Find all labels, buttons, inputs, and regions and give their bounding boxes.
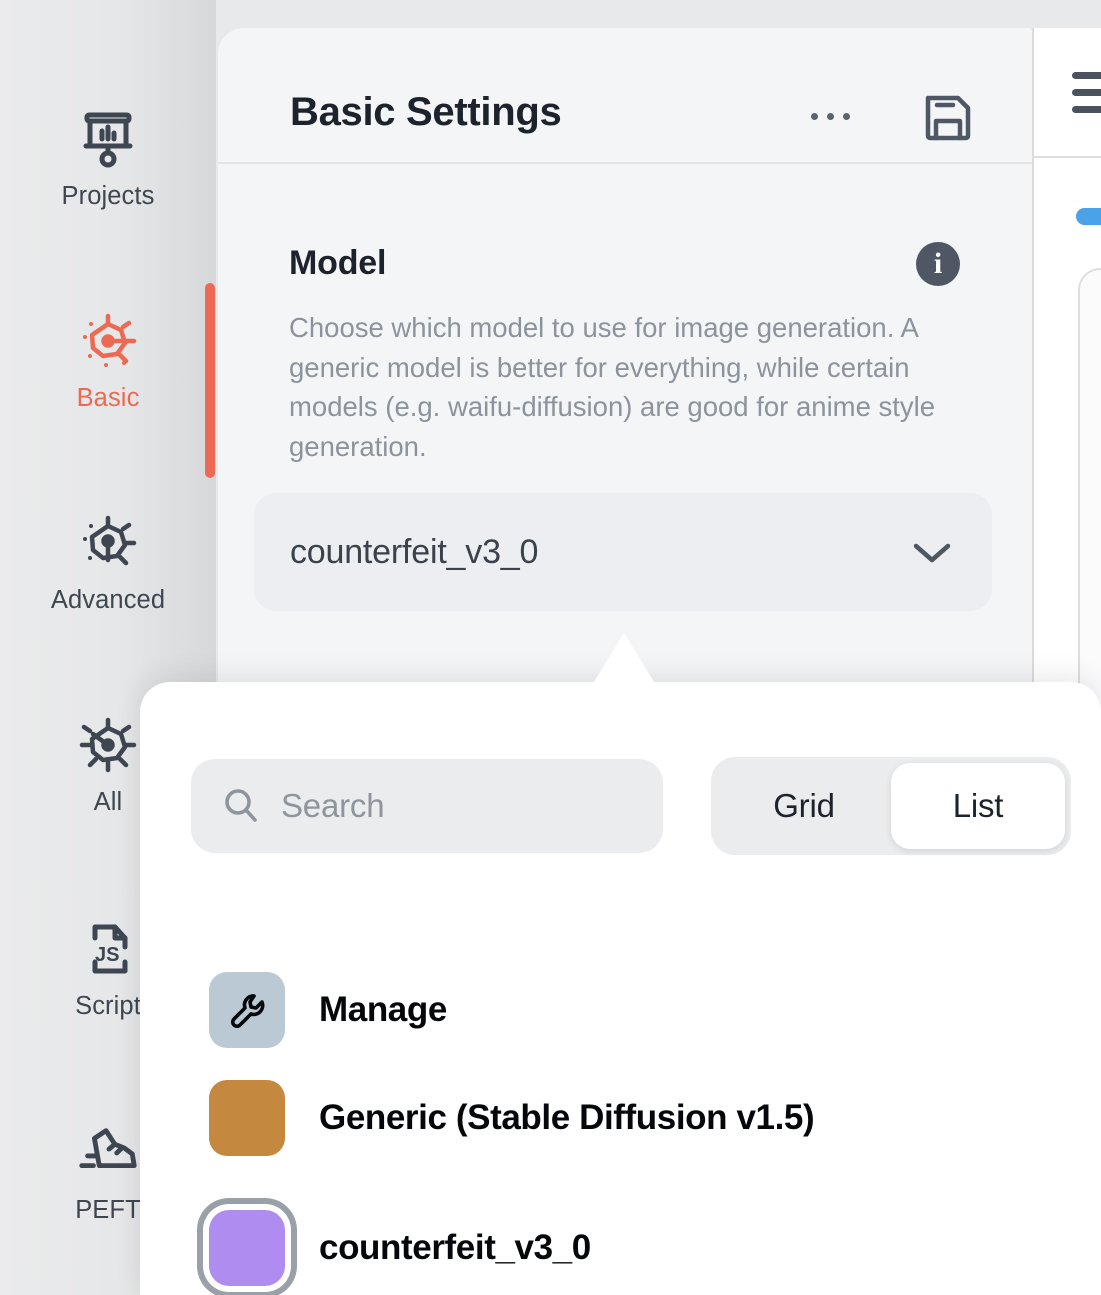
chevron-down-icon bbox=[908, 536, 956, 568]
model-field: Model i Choose which model to use for im… bbox=[218, 162, 1032, 611]
model-color-swatch-selected bbox=[209, 1210, 285, 1286]
svg-text:JS: JS bbox=[95, 944, 119, 966]
header-actions bbox=[809, 88, 976, 144]
sidebar-item-label: All bbox=[93, 788, 123, 816]
model-option-list: Manage Generic (Stable Diffusion v1.5) c… bbox=[140, 956, 1101, 1295]
list-item[interactable]: Manage bbox=[140, 956, 1101, 1064]
model-select-value: counterfeit_v3_0 bbox=[290, 532, 539, 571]
hamburger-menu-icon[interactable] bbox=[1072, 72, 1101, 118]
model-field-title: Model bbox=[289, 244, 387, 282]
search-placeholder: Search bbox=[281, 787, 385, 824]
list-item[interactable]: counterfeit_v3_0 bbox=[140, 1194, 1101, 1295]
projects-board-icon bbox=[74, 108, 142, 170]
more-horizontal-icon[interactable] bbox=[809, 105, 852, 128]
sidebar-item-label: Advanced bbox=[50, 586, 166, 614]
shoe-icon bbox=[74, 1122, 142, 1184]
basic-gear-dial-icon bbox=[74, 310, 142, 372]
search-icon bbox=[221, 786, 261, 826]
list-item-label: Manage bbox=[319, 990, 447, 1029]
js-file-icon: JS bbox=[74, 918, 142, 980]
right-rail-toggle[interactable] bbox=[1076, 208, 1101, 225]
model-dropdown-popover: Search Grid List Manage Generic (Stable … bbox=[140, 682, 1101, 1295]
sidebar-item-projects[interactable]: Projects bbox=[0, 108, 216, 211]
sidebar-item-label: Projects bbox=[61, 182, 155, 210]
right-panel-divider bbox=[1032, 156, 1101, 158]
list-item-label: Generic (Stable Diffusion v1.5) bbox=[319, 1098, 815, 1137]
info-icon[interactable]: i bbox=[916, 242, 960, 286]
popover-toolbar: Search Grid List bbox=[191, 757, 1071, 855]
view-toggle: Grid List bbox=[711, 757, 1071, 855]
panel-header: Basic Settings bbox=[218, 28, 1032, 164]
view-toggle-grid[interactable]: Grid bbox=[717, 763, 891, 849]
model-field-description: Choose which model to use for image gene… bbox=[289, 312, 936, 462]
all-gear-dial-icon bbox=[74, 714, 142, 776]
wrench-icon bbox=[209, 972, 285, 1048]
app-root: Projects Basic Advanced All JS Script PE… bbox=[0, 0, 1101, 1295]
model-select[interactable]: counterfeit_v3_0 bbox=[254, 493, 992, 611]
sidebar-item-label: Basic bbox=[76, 384, 140, 412]
page-title: Basic Settings bbox=[290, 90, 562, 134]
sidebar-item-basic[interactable]: Basic bbox=[0, 310, 216, 413]
save-floppy-icon[interactable] bbox=[920, 88, 976, 144]
advanced-gear-dial-icon bbox=[74, 512, 142, 574]
sidebar-item-advanced[interactable]: Advanced bbox=[0, 512, 216, 615]
active-section-indicator bbox=[205, 283, 215, 478]
model-field-header: Model i bbox=[289, 242, 960, 286]
sidebar-item-label: PEFT bbox=[75, 1196, 141, 1224]
search-input[interactable]: Search bbox=[191, 759, 663, 853]
list-item-label: counterfeit_v3_0 bbox=[319, 1228, 591, 1267]
model-color-swatch bbox=[209, 1080, 285, 1156]
view-toggle-list[interactable]: List bbox=[891, 763, 1065, 849]
list-item[interactable]: Generic (Stable Diffusion v1.5) bbox=[140, 1064, 1101, 1172]
popover-arrow bbox=[592, 633, 656, 685]
sidebar-item-label: Script bbox=[75, 992, 141, 1020]
